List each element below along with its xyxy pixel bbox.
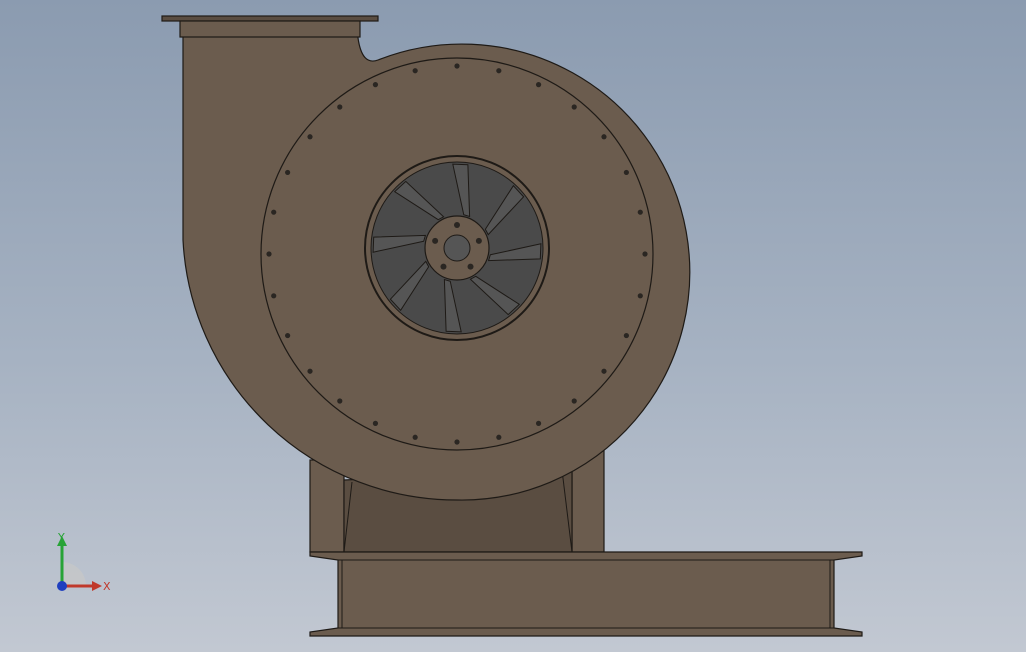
plate-bolt bbox=[372, 420, 379, 426]
plate-bolt bbox=[637, 209, 643, 215]
impeller[interactable] bbox=[364, 155, 550, 341]
plate-bolt bbox=[412, 434, 418, 440]
hub-bolt bbox=[440, 263, 447, 270]
x-arrow-head bbox=[92, 581, 102, 591]
plate-bolt bbox=[307, 368, 313, 374]
plate-bolt bbox=[637, 293, 643, 299]
fan-model[interactable] bbox=[0, 0, 1026, 652]
hub-bolt bbox=[454, 222, 460, 228]
plate-bolt bbox=[535, 82, 542, 88]
plate-bolt bbox=[337, 398, 343, 404]
plate-bolt bbox=[271, 209, 277, 215]
plate-bolt bbox=[496, 434, 502, 440]
plate-bolt bbox=[337, 104, 343, 110]
plate-bolt bbox=[496, 68, 502, 74]
plate-bolt bbox=[372, 82, 379, 88]
plate-bolt bbox=[642, 251, 648, 257]
base-frame[interactable] bbox=[309, 551, 863, 637]
shaft-bore bbox=[443, 234, 471, 262]
plate-bolt bbox=[571, 398, 577, 404]
y-axis-label: Y bbox=[57, 531, 65, 544]
plate-bolt bbox=[271, 293, 277, 299]
plate-bolt bbox=[623, 169, 629, 176]
hub-bolt bbox=[467, 263, 474, 270]
plate-bolt bbox=[601, 134, 607, 140]
coordinate-triad: Y X bbox=[57, 531, 111, 593]
hub-bolt bbox=[475, 237, 482, 244]
base-beam[interactable] bbox=[309, 551, 863, 637]
plate-bolt bbox=[454, 439, 460, 445]
cad-viewport[interactable]: Y X bbox=[0, 0, 1026, 652]
plate-bolt bbox=[623, 332, 629, 339]
outlet-duct[interactable] bbox=[179, 20, 361, 38]
plate-bolt bbox=[307, 134, 313, 140]
triad-quadrant bbox=[62, 562, 86, 586]
plate-bolt bbox=[454, 63, 460, 69]
plate-bolt bbox=[285, 332, 291, 339]
plate-bolt bbox=[601, 368, 607, 374]
z-axis-dot bbox=[57, 581, 67, 591]
plate-bolt bbox=[571, 104, 577, 110]
outlet-flange[interactable] bbox=[161, 15, 379, 22]
plate-bolt bbox=[266, 251, 272, 257]
plate-bolt bbox=[285, 169, 291, 176]
hub-bolt bbox=[432, 237, 439, 244]
plate-bolt bbox=[535, 420, 542, 426]
x-axis-label: X bbox=[103, 580, 111, 593]
plate-bolt bbox=[412, 68, 418, 74]
